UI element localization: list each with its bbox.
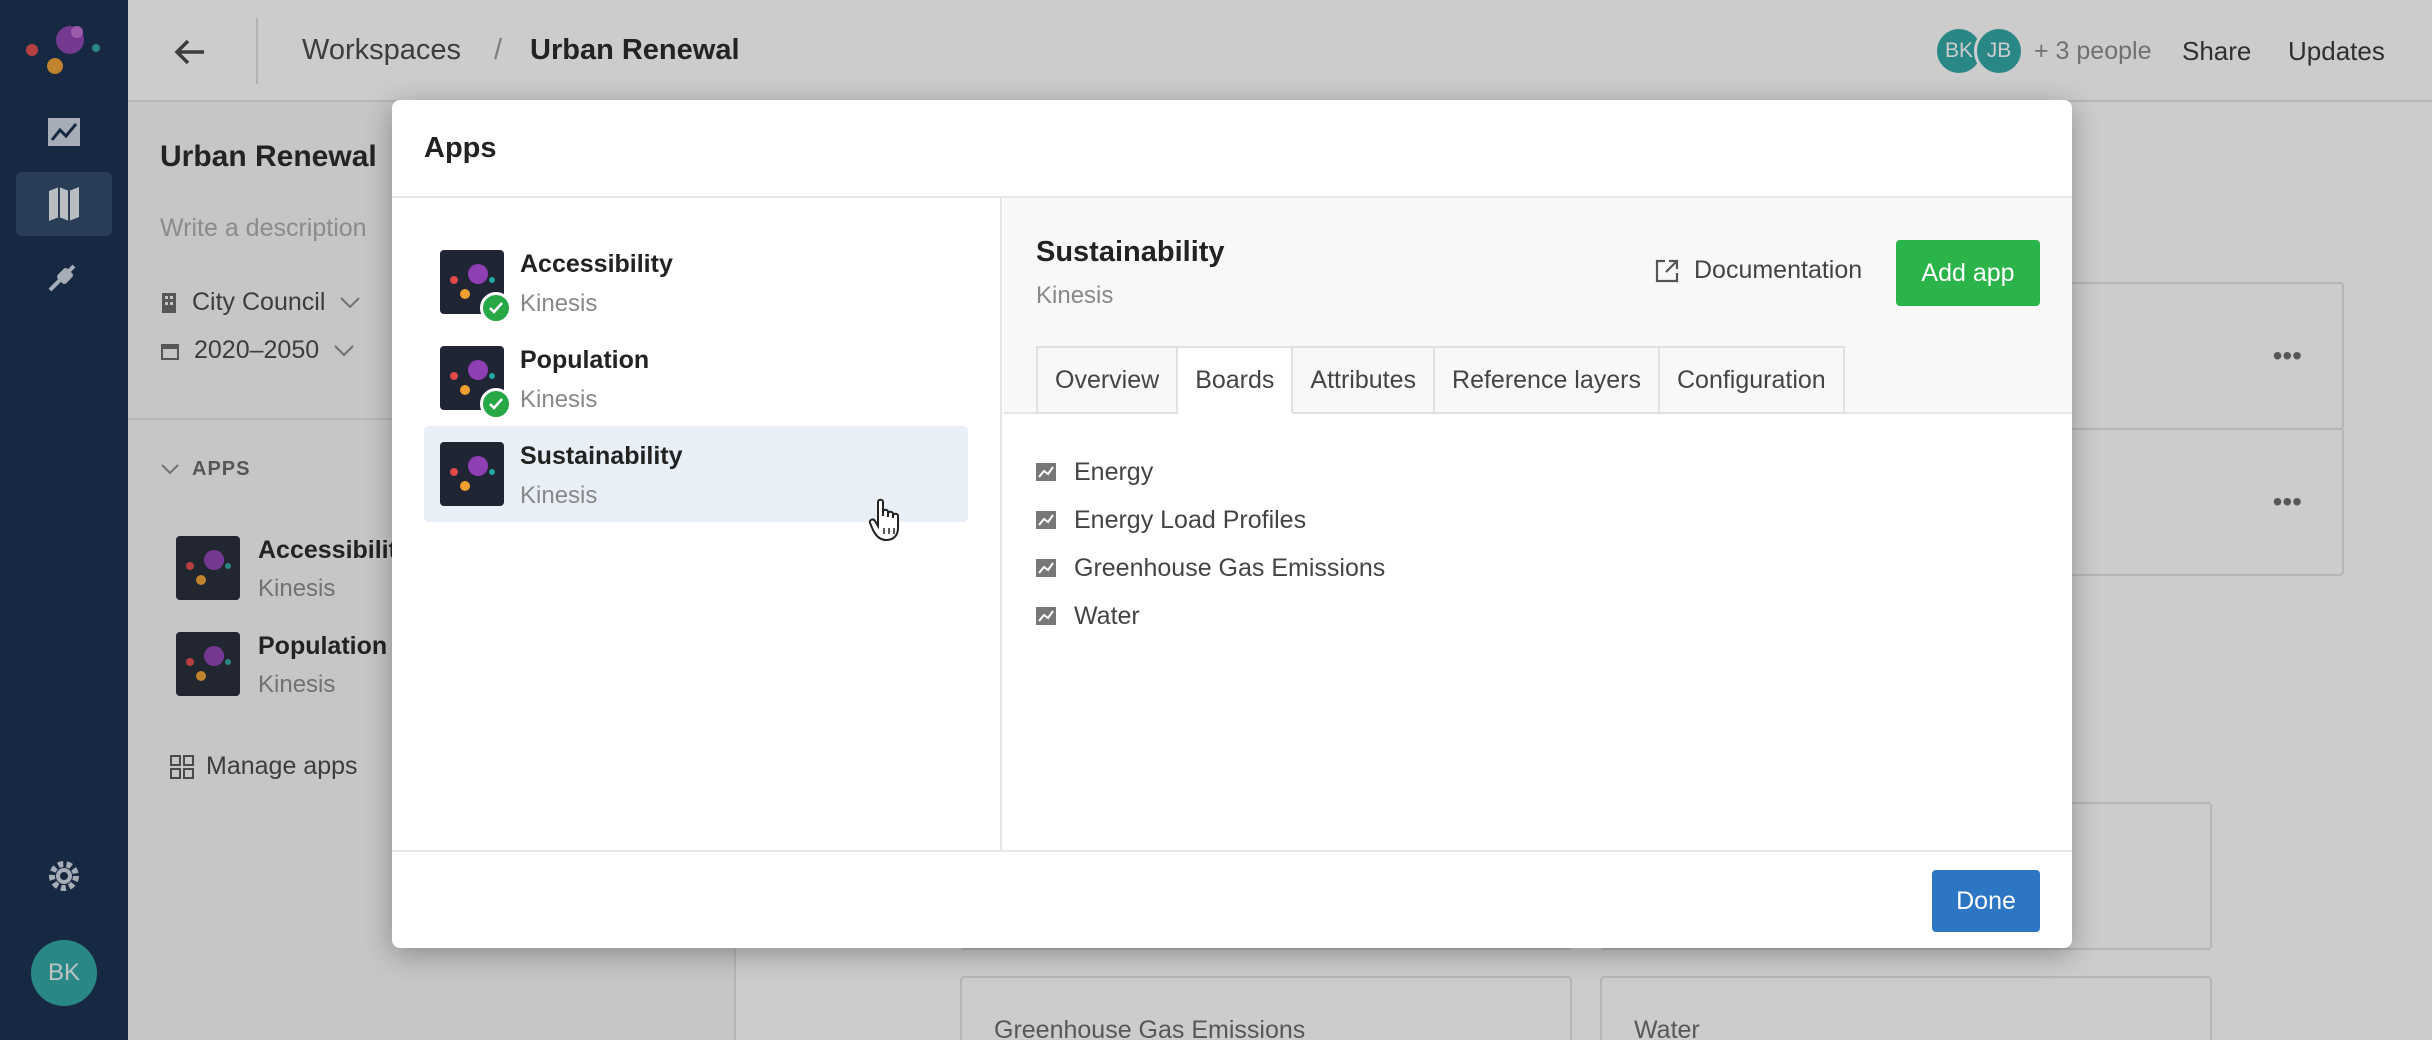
app-provider: Kinesis (520, 290, 598, 317)
external-link-icon (1655, 259, 1679, 282)
tab-attributes[interactable]: Attributes (1293, 346, 1436, 414)
documentation-label: Documentation (1694, 256, 1863, 284)
board-name: Energy Load Profiles (1074, 505, 1307, 534)
modal-title: Apps (424, 132, 497, 164)
boards-list: Energy Energy Load Profiles Greenhouse G… (1036, 448, 1385, 640)
board-list-item: Greenhouse Gas Emissions (1036, 544, 1385, 592)
chart-icon (1036, 607, 1056, 625)
board-name: Energy (1074, 457, 1154, 486)
apps-modal: Apps Accessibility Kinesis Population Ki… (392, 100, 2072, 948)
app-name: Sustainability (520, 442, 683, 470)
tab-reference-layers[interactable]: Reference layers (1435, 346, 1660, 414)
app-list: Accessibility Kinesis Population Kinesis… (392, 198, 1002, 850)
app-detail-provider: Kinesis (1036, 282, 1114, 309)
detail-tabs: Overview Boards Attributes Reference lay… (1036, 346, 1845, 414)
app-list-item[interactable]: Population Kinesis (424, 330, 968, 426)
tab-overview[interactable]: Overview (1036, 346, 1179, 414)
documentation-link[interactable]: Documentation (1654, 256, 1862, 285)
chart-icon (1036, 559, 1056, 577)
installed-check-icon (480, 388, 512, 420)
board-list-item: Water (1036, 592, 1385, 640)
tab-boards[interactable]: Boards (1178, 346, 1294, 414)
app-detail-name: Sustainability (1036, 236, 1225, 268)
add-app-button[interactable]: Add app (1896, 240, 2040, 306)
app-name: Accessibility (520, 250, 673, 278)
chart-icon (1036, 463, 1056, 481)
board-list-item: Energy Load Profiles (1036, 496, 1385, 544)
board-name: Water (1074, 601, 1140, 630)
done-button[interactable]: Done (1932, 870, 2040, 932)
board-name: Greenhouse Gas Emissions (1074, 553, 1386, 582)
app-name: Population (520, 346, 650, 374)
app-detail-header: Sustainability Kinesis Documentation Add… (1004, 198, 2072, 414)
installed-check-icon (480, 292, 512, 324)
app-detail-panel: Sustainability Kinesis Documentation Add… (1004, 198, 2072, 850)
board-list-item: Energy (1036, 448, 1385, 496)
tab-configuration[interactable]: Configuration (1660, 346, 1845, 414)
modal-header: Apps (392, 100, 2072, 198)
app-thumbnail (440, 442, 504, 506)
chart-icon (1036, 511, 1056, 529)
hand-cursor-icon (868, 498, 899, 542)
modal-footer: Done (392, 850, 2072, 948)
app-list-item[interactable]: Accessibility Kinesis (424, 234, 968, 330)
app-provider: Kinesis (520, 482, 598, 509)
app-provider: Kinesis (520, 386, 598, 413)
